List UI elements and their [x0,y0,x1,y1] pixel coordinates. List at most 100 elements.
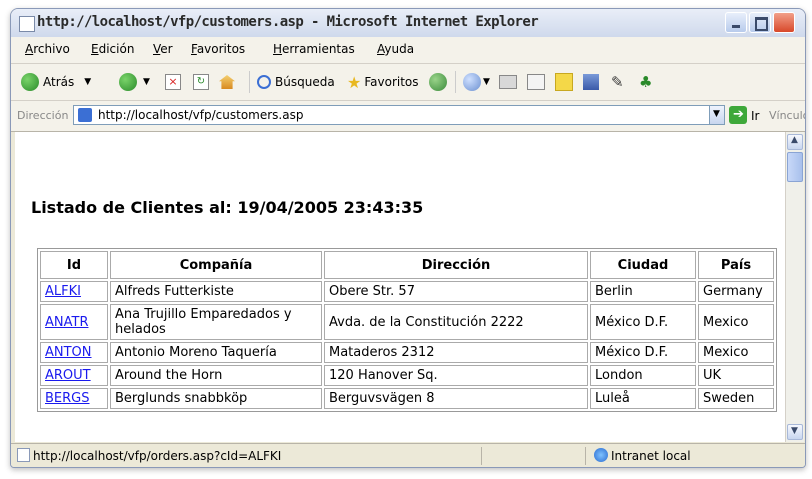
menu-favoritos[interactable]: Favoritos [191,42,245,56]
page-icon [17,448,30,462]
cell-country: Mexico [698,342,774,363]
tools-icon: ✎ [611,73,624,91]
address-dropdown-button[interactable]: ▼ [709,105,725,125]
notes-icon [555,73,573,91]
customer-id-link[interactable]: BERGS [45,391,90,406]
cell-address: Obere Str. 57 [324,281,588,302]
edit-icon [527,74,545,90]
table-row: BERGS Berglunds snabbköp Berguvsvägen 8 … [40,388,774,409]
menu-ver[interactable]: Ver [153,42,173,56]
cell-city: México D.F. [590,304,696,340]
address-input[interactable]: http://localhost/vfp/customers.asp [73,105,721,125]
discuss-button[interactable] [555,72,573,92]
forward-arrow-icon [119,73,137,91]
cell-address: Berguvsvägen 8 [324,388,588,409]
table-row: ANTON Antonio Moreno Taquería Mataderos … [40,342,774,363]
cell-address: Mataderos 2312 [324,342,588,363]
customer-id-link[interactable]: ALFKI [45,284,81,299]
address-label: Dirección [17,109,69,122]
page-icon [19,16,35,32]
scroll-up-button[interactable]: ▲ [787,134,803,150]
messenger-icon-button[interactable]: ♣ [639,72,652,92]
menu-herramientas[interactable]: Herramientas [273,42,355,56]
menu-bar: Archivo Edición Ver Favoritos Herramient… [11,37,805,84]
window-title: http://localhost/vfp/customers.asp - Mic… [37,14,539,30]
favorites-label: Favoritos [364,75,419,89]
cell-id: ALFKI [40,281,108,302]
page-content: Listado de Clientes al: 19/04/2005 23:43… [15,132,785,442]
status-divider [481,447,482,465]
close-button[interactable] [773,12,795,33]
cell-id: ANATR [40,304,108,340]
menu-ayuda[interactable]: Ayuda [377,42,414,56]
cell-company: Around the Horn [110,365,322,386]
vertical-scrollbar[interactable]: ▲ ▼ [785,132,804,442]
chevron-down-icon: ▼ [713,109,720,119]
customer-id-link[interactable]: ANTON [45,345,92,360]
favorites-button[interactable]: ★ Favoritos [347,72,419,92]
mail-button[interactable]: ▼ [463,72,490,92]
intranet-zone-icon [594,448,608,462]
cell-city: México D.F. [590,342,696,363]
cell-country: UK [698,365,774,386]
refresh-button[interactable]: ↻ [193,72,209,92]
scroll-down-button[interactable]: ▼ [787,424,803,440]
cell-id: ANTON [40,342,108,363]
go-label[interactable]: Ir [751,109,759,123]
links-label[interactable]: Vínculos [769,109,805,122]
status-divider [585,447,586,465]
chevron-down-icon: ▼ [791,426,798,436]
table-header-row: Id Compañía Dirección Ciudad País [40,251,774,279]
chevron-down-icon: ▼ [84,77,92,87]
maximize-button[interactable] [749,12,771,33]
arrow-right-icon: ➔ [733,107,744,122]
history-icon [429,73,447,91]
home-icon [219,75,235,89]
cell-address: 120 Hanover Sq. [324,365,588,386]
page-heading: Listado de Clientes al: 19/04/2005 23:43… [31,198,424,217]
browser-window: http://localhost/vfp/customers.asp - Mic… [10,8,806,468]
mail-icon [463,73,481,91]
messenger-button[interactable]: ✎ [611,72,624,92]
research-icon [583,74,599,90]
cell-city: Luleå [590,388,696,409]
cell-company: Antonio Moreno Taquería [110,342,322,363]
history-button[interactable] [429,72,447,92]
refresh-icon: ↻ [193,74,209,90]
home-button[interactable] [219,72,235,92]
minimize-button[interactable] [725,12,747,33]
print-button[interactable] [499,72,517,92]
customers-table: Id Compañía Dirección Ciudad País ALFKI … [37,248,777,412]
go-button[interactable]: ➔ [729,106,747,124]
status-bar: http://localhost/vfp/orders.asp?cId=ALFK… [11,443,805,467]
search-button[interactable]: Búsqueda [257,72,335,92]
customer-id-link[interactable]: AROUT [45,368,91,383]
forward-button[interactable]: ▼ [119,72,150,92]
toolbar-separator [455,71,456,93]
menu-edicion[interactable]: Edición [91,42,134,56]
menu-archivo[interactable]: Archivo [25,42,70,56]
star-icon: ★ [347,72,362,92]
printer-icon [499,75,517,89]
column-header-country: País [698,251,774,279]
chevron-down-icon: ▼ [143,77,150,87]
edit-button[interactable] [527,72,545,92]
cell-company: Berglunds snabbköp [110,388,322,409]
stop-button[interactable]: × [165,72,181,92]
back-button[interactable]: Atrás ▼ [21,72,91,92]
messenger-icon: ♣ [639,73,653,91]
column-header-id: Id [40,251,108,279]
search-label: Búsqueda [275,75,335,89]
cell-company: Ana Trujillo Emparedados y helados [110,304,322,340]
toolbar: Atrás ▼ ▼ × ↻ Búsqueda ★ Favoritos ▼ ✎ ♣ [11,64,805,101]
address-bar: Dirección http://localhost/vfp/customers… [11,101,805,132]
scroll-thumb[interactable] [787,152,803,182]
research-button[interactable] [583,72,599,92]
cell-company: Alfreds Futterkiste [110,281,322,302]
cell-address: Avda. de la Constitución 2222 [324,304,588,340]
customer-id-link[interactable]: ANATR [45,315,88,330]
security-zone: Intranet local [611,449,691,463]
chevron-down-icon: ▼ [483,77,490,87]
back-arrow-icon [21,73,39,91]
cell-country: Sweden [698,388,774,409]
